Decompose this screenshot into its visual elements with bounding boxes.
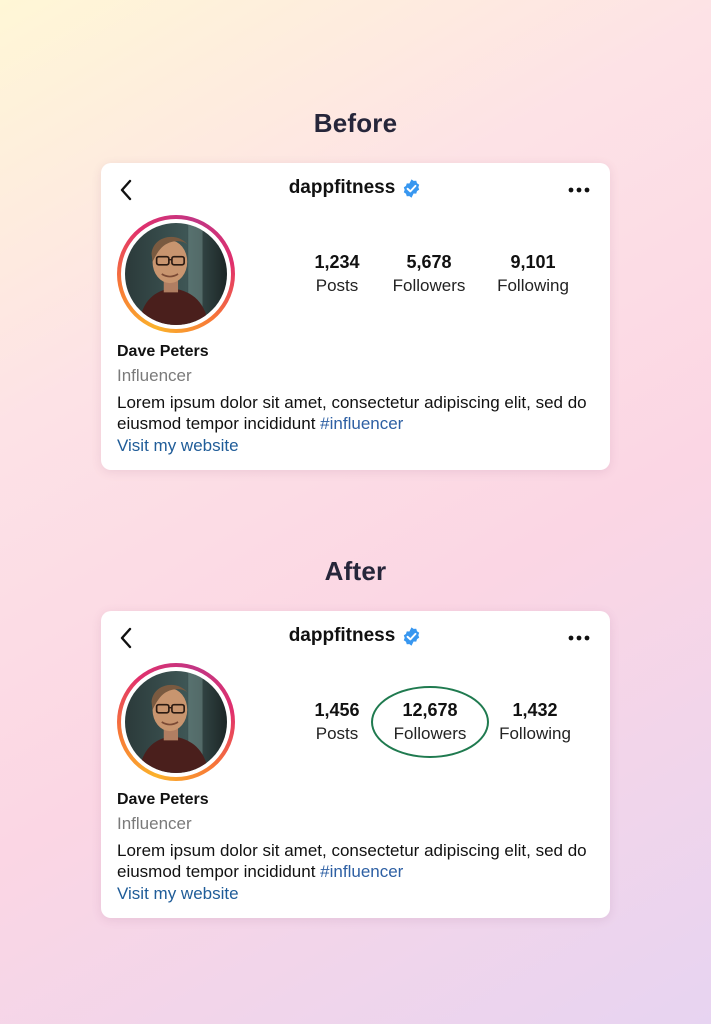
following-count: 9,101	[510, 252, 556, 272]
following-label: Following	[497, 276, 569, 295]
profile-name: Dave Peters	[117, 343, 209, 360]
profile-bio: Lorem ipsum dolor sit amet, consectetur …	[117, 840, 587, 882]
verified-badge-icon	[404, 626, 420, 646]
profile-header: dappfitness	[101, 625, 610, 647]
profile-card-before: dappfitness 1,234 Posts 5,678 Followers …	[101, 163, 610, 470]
followers-label: Followers	[392, 276, 466, 295]
following-label: Following	[499, 724, 571, 743]
bio-hashtag[interactable]: #influencer	[320, 862, 403, 881]
profile-card-after: dappfitness 1,456 Posts 12,678 Followers…	[101, 611, 610, 918]
website-link[interactable]: Visit my website	[117, 884, 239, 904]
followers-count: 5,678	[406, 252, 452, 272]
profile-bio: Lorem ipsum dolor sit amet, consectetur …	[117, 392, 587, 434]
verified-badge-icon	[404, 178, 420, 198]
stat-posts[interactable]: 1,456 Posts	[307, 699, 367, 745]
following-count: 1,432	[512, 700, 558, 720]
more-options-icon[interactable]	[568, 634, 590, 642]
after-title: After	[324, 556, 387, 586]
followers-highlight-oval	[371, 686, 489, 758]
website-link[interactable]: Visit my website	[117, 436, 239, 456]
stat-following[interactable]: 9,101 Following	[493, 251, 573, 297]
bio-hashtag[interactable]: #influencer	[320, 414, 403, 433]
posts-count: 1,456	[314, 700, 360, 720]
avatar-story-ring[interactable]	[117, 663, 235, 781]
avatar	[125, 223, 227, 325]
posts-count: 1,234	[314, 252, 360, 272]
profile-header: dappfitness	[101, 177, 610, 199]
stat-posts[interactable]: 1,234 Posts	[307, 251, 367, 297]
stat-following[interactable]: 1,432 Following	[495, 699, 575, 745]
username: dappfitness	[288, 625, 396, 646]
username: dappfitness	[288, 177, 396, 198]
avatar-story-ring[interactable]	[117, 215, 235, 333]
avatar	[125, 671, 227, 773]
more-options-icon[interactable]	[568, 186, 590, 194]
before-title: Before	[313, 108, 398, 138]
posts-label: Posts	[315, 724, 359, 743]
profile-category: Influencer	[117, 814, 192, 833]
profile-category: Influencer	[117, 366, 192, 385]
stat-followers[interactable]: 5,678 Followers	[389, 251, 469, 297]
profile-name: Dave Peters	[117, 791, 209, 808]
posts-label: Posts	[315, 276, 359, 295]
